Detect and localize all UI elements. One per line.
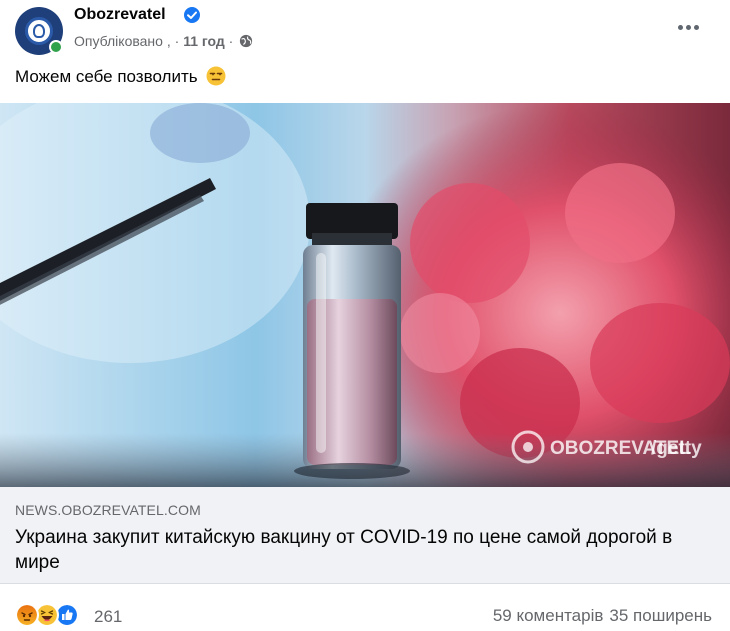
- reaction-count[interactable]: 261: [94, 607, 122, 627]
- vaccine-vial-photo: OBOZREVATEL /getty: [0, 103, 730, 487]
- post-footer: 261 59 коментарів 35 поширень: [0, 584, 730, 631]
- link-title[interactable]: Украина закупит китайскую вакцину от COV…: [15, 525, 705, 575]
- unamused-emoji-icon: [206, 66, 226, 86]
- watermark-source: /getty: [651, 438, 702, 459]
- post-time-link[interactable]: 11 год: [183, 33, 225, 49]
- meta-dot: ·: [174, 33, 180, 49]
- post-message: Можем себе позволить: [15, 67, 198, 86]
- shares-count-link[interactable]: 35 поширень: [609, 606, 712, 625]
- more-dot-icon: [677, 24, 683, 30]
- published-label: Опубліковано: [74, 33, 163, 49]
- angry-reaction-icon: [15, 603, 39, 627]
- footer-stats: 59 коментарів 35 поширень: [493, 606, 712, 626]
- avatar-logo-icon: [25, 17, 53, 45]
- online-status-icon: [49, 40, 63, 54]
- globe-icon: [240, 34, 253, 48]
- post-header: Obozrevatel Опубліковано , · 11 год ·: [0, 0, 730, 62]
- post-text: Можем себе позволить: [15, 66, 226, 87]
- page-name-link[interactable]: Obozrevatel: [74, 6, 166, 24]
- more-dot-icon: [693, 24, 699, 30]
- link-preview-card[interactable]: NEWS.OBOZREVATEL.COM Украина закупит кит…: [0, 487, 730, 584]
- link-domain: NEWS.OBOZREVATEL.COM: [15, 502, 201, 518]
- post-meta: Опубліковано , · 11 год ·: [74, 33, 253, 49]
- meta-separator: ,: [166, 33, 171, 49]
- meta-dot-2: ·: [228, 33, 234, 49]
- comments-count-link[interactable]: 59 коментарів: [493, 606, 604, 625]
- verified-badge-icon: [184, 7, 200, 23]
- article-image[interactable]: OBOZREVATEL /getty: [0, 103, 730, 487]
- more-options-button[interactable]: [670, 12, 706, 42]
- more-dot-icon: [685, 24, 691, 30]
- reactions-summary[interactable]: [15, 603, 87, 629]
